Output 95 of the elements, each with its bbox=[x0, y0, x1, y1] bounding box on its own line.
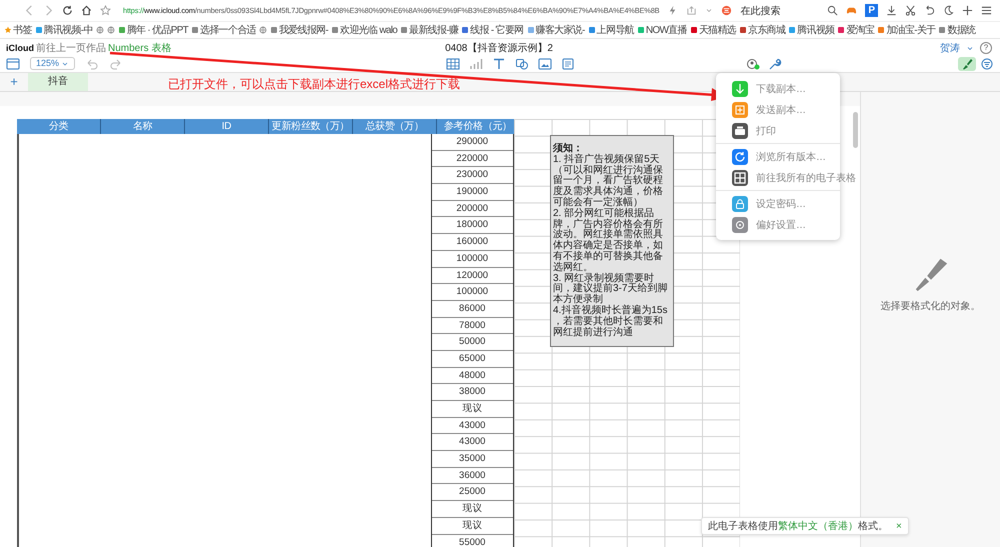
table-cell: 50000 bbox=[432, 334, 513, 351]
table-cell: 180000 bbox=[432, 217, 513, 234]
table-cell: 55000 bbox=[432, 534, 513, 547]
format-button[interactable] bbox=[958, 56, 976, 70]
column-header: 参考价格（元） bbox=[443, 120, 513, 134]
menu-item[interactable]: 打印 bbox=[756, 124, 776, 138]
menu-item[interactable]: 前往我所有的电子表格 bbox=[756, 170, 856, 184]
scissors-icon[interactable] bbox=[905, 5, 916, 16]
menu-item[interactable]: 下载副本… bbox=[756, 82, 806, 96]
table-cell: 220000 bbox=[432, 150, 513, 168]
table-cell: 现议 bbox=[432, 401, 513, 418]
bookmark-link[interactable]: 上网导航 bbox=[596, 23, 634, 37]
globe-icon[interactable] bbox=[96, 26, 104, 34]
annotation-text: 已打开文件，可以点击下载副本进行excel格式进行下载 bbox=[168, 76, 460, 93]
table-icon[interactable] bbox=[446, 58, 460, 70]
table-cell: 36000 bbox=[432, 468, 513, 484]
reload-icon[interactable] bbox=[62, 5, 73, 16]
star-icon[interactable] bbox=[100, 5, 111, 16]
bookmark-link[interactable]: 数据统 bbox=[947, 23, 976, 37]
table-cell: 65000 bbox=[432, 350, 513, 368]
bookmark-link[interactable]: 京东商城 bbox=[748, 23, 786, 37]
p-badge[interactable]: P bbox=[865, 4, 878, 17]
table-cell: 290000 bbox=[432, 134, 513, 151]
close-button[interactable]: × bbox=[896, 520, 902, 532]
format-hint: 选择要格式化的对象。 bbox=[880, 300, 980, 313]
bookmark-link[interactable]: 天猫精选 bbox=[698, 23, 736, 37]
table-cell: 160000 bbox=[432, 234, 513, 251]
help-button[interactable]: ? bbox=[980, 42, 992, 54]
table-cell: 25000 bbox=[432, 484, 513, 502]
table-cell: 100000 bbox=[432, 250, 513, 268]
note-text: 须知： 1. 抖音广告视频保留5天（可以和网红进行沟通保留一个月，看广告软硬程度及需求具体沟通，价格可能会有一定涨幅） 2. 部分网红可能根据品牌，广告内容价格会有所波动。网红接单需依照具体内容确定是否接单，如有不接单的可替换其他备选网红。 3. 网红录制视频需要时间，建议提前3-7天给到脚本方便录制 4.抖音视频时长普遍为15s ，若需要其他时长需要和网红提前进行沟通 bbox=[550, 135, 674, 348]
table-cell: 43000 bbox=[432, 434, 513, 452]
user-menu[interactable]: 贺涛 bbox=[940, 41, 960, 55]
document-title: 0408【抖音资源示例】2 bbox=[445, 42, 553, 55]
table-cell: 190000 bbox=[432, 184, 513, 201]
media-icon[interactable] bbox=[538, 58, 552, 70]
menu-item[interactable]: 浏览所有版本… bbox=[756, 150, 826, 164]
locale-link[interactable]: 繁体中文（香港） bbox=[778, 521, 858, 532]
bookmark-link[interactable]: 我爱线报网- bbox=[278, 23, 328, 37]
search-field[interactable]: 在此搜索 bbox=[740, 4, 820, 18]
gamepad-icon[interactable] bbox=[846, 5, 858, 16]
menu-icon[interactable] bbox=[981, 5, 992, 16]
bookmark-link[interactable]: NOW直播 bbox=[646, 23, 687, 37]
table-cell: 78000 bbox=[432, 318, 513, 334]
scrollbar[interactable] bbox=[853, 112, 858, 148]
text-icon[interactable] bbox=[492, 58, 506, 70]
bookmark-link[interactable]: 爱淘宝 bbox=[846, 23, 874, 37]
plus-icon[interactable] bbox=[962, 5, 973, 16]
chart-icon[interactable] bbox=[469, 58, 483, 70]
sidebar-icon[interactable] bbox=[6, 58, 20, 70]
bookmark-link[interactable]: 加油宝-关于 bbox=[886, 23, 936, 37]
back-link[interactable]: 前往上一页作品 bbox=[36, 41, 106, 55]
wrench-icon[interactable] bbox=[768, 58, 782, 70]
home-icon[interactable] bbox=[81, 5, 92, 16]
moon-icon[interactable] bbox=[943, 5, 954, 16]
table-cell: 38000 bbox=[432, 384, 513, 401]
bookmark-link[interactable]: 选择一个合适 bbox=[200, 23, 256, 37]
search-icon[interactable] bbox=[827, 5, 838, 16]
bookmark-link[interactable]: 书签 bbox=[13, 23, 32, 37]
comment-icon[interactable] bbox=[561, 58, 575, 70]
app-name: Numbers 表格 bbox=[108, 42, 172, 55]
table-cell: 100000 bbox=[432, 284, 513, 301]
brand-logo[interactable]: iCloud bbox=[6, 43, 34, 53]
download-icon[interactable] bbox=[886, 5, 897, 16]
undo-icon[interactable] bbox=[924, 5, 935, 16]
menu-item[interactable]: 发送副本… bbox=[756, 102, 806, 116]
bookmark-link[interactable]: 最新线报-赚 bbox=[409, 23, 458, 37]
sheet-tab[interactable]: 抖音 bbox=[28, 73, 88, 91]
table-cell: 86000 bbox=[432, 300, 513, 318]
zoom-dropdown[interactable]: 125% bbox=[30, 57, 76, 70]
table-cell: 35000 bbox=[432, 451, 513, 468]
table-cell: 120000 bbox=[432, 268, 513, 284]
globe-icon[interactable] bbox=[106, 26, 115, 34]
add-sheet-button[interactable]: + bbox=[0, 73, 28, 91]
bookmark-link[interactable]: 腾讯视频 bbox=[797, 23, 834, 37]
table-cell: 43000 bbox=[432, 418, 513, 434]
menu-item[interactable]: 偏好设置… bbox=[756, 218, 806, 232]
globe-icon[interactable] bbox=[258, 26, 267, 34]
bookmark-link[interactable]: 腾讯视频-中 bbox=[44, 23, 93, 37]
bookmark-link[interactable]: 欢迎光临 walo bbox=[340, 23, 398, 37]
table-cell: 200000 bbox=[432, 200, 513, 218]
menu-item[interactable]: 设定密码… bbox=[756, 196, 806, 210]
bookmark-link[interactable]: 腾年 · 优品PPT bbox=[126, 23, 188, 37]
search-engine-icon[interactable] bbox=[721, 5, 732, 16]
bookmark-link[interactable]: 线报 - 它要网 bbox=[470, 23, 524, 37]
share-icon[interactable] bbox=[686, 5, 698, 16]
table-cell: 48000 bbox=[432, 368, 513, 384]
filter-icon[interactable] bbox=[980, 58, 994, 70]
notice-text: 此电子表格使用繁体中文（香港）格式。 bbox=[708, 520, 888, 533]
table-cell: 230000 bbox=[432, 167, 513, 184]
collaborate-icon[interactable] bbox=[746, 58, 760, 70]
shape-icon[interactable] bbox=[515, 58, 529, 70]
table-cell: 现议 bbox=[432, 518, 513, 534]
table-cell: 现议 bbox=[432, 501, 513, 518]
bookmark-link[interactable]: 赚客大家说- bbox=[536, 23, 585, 37]
